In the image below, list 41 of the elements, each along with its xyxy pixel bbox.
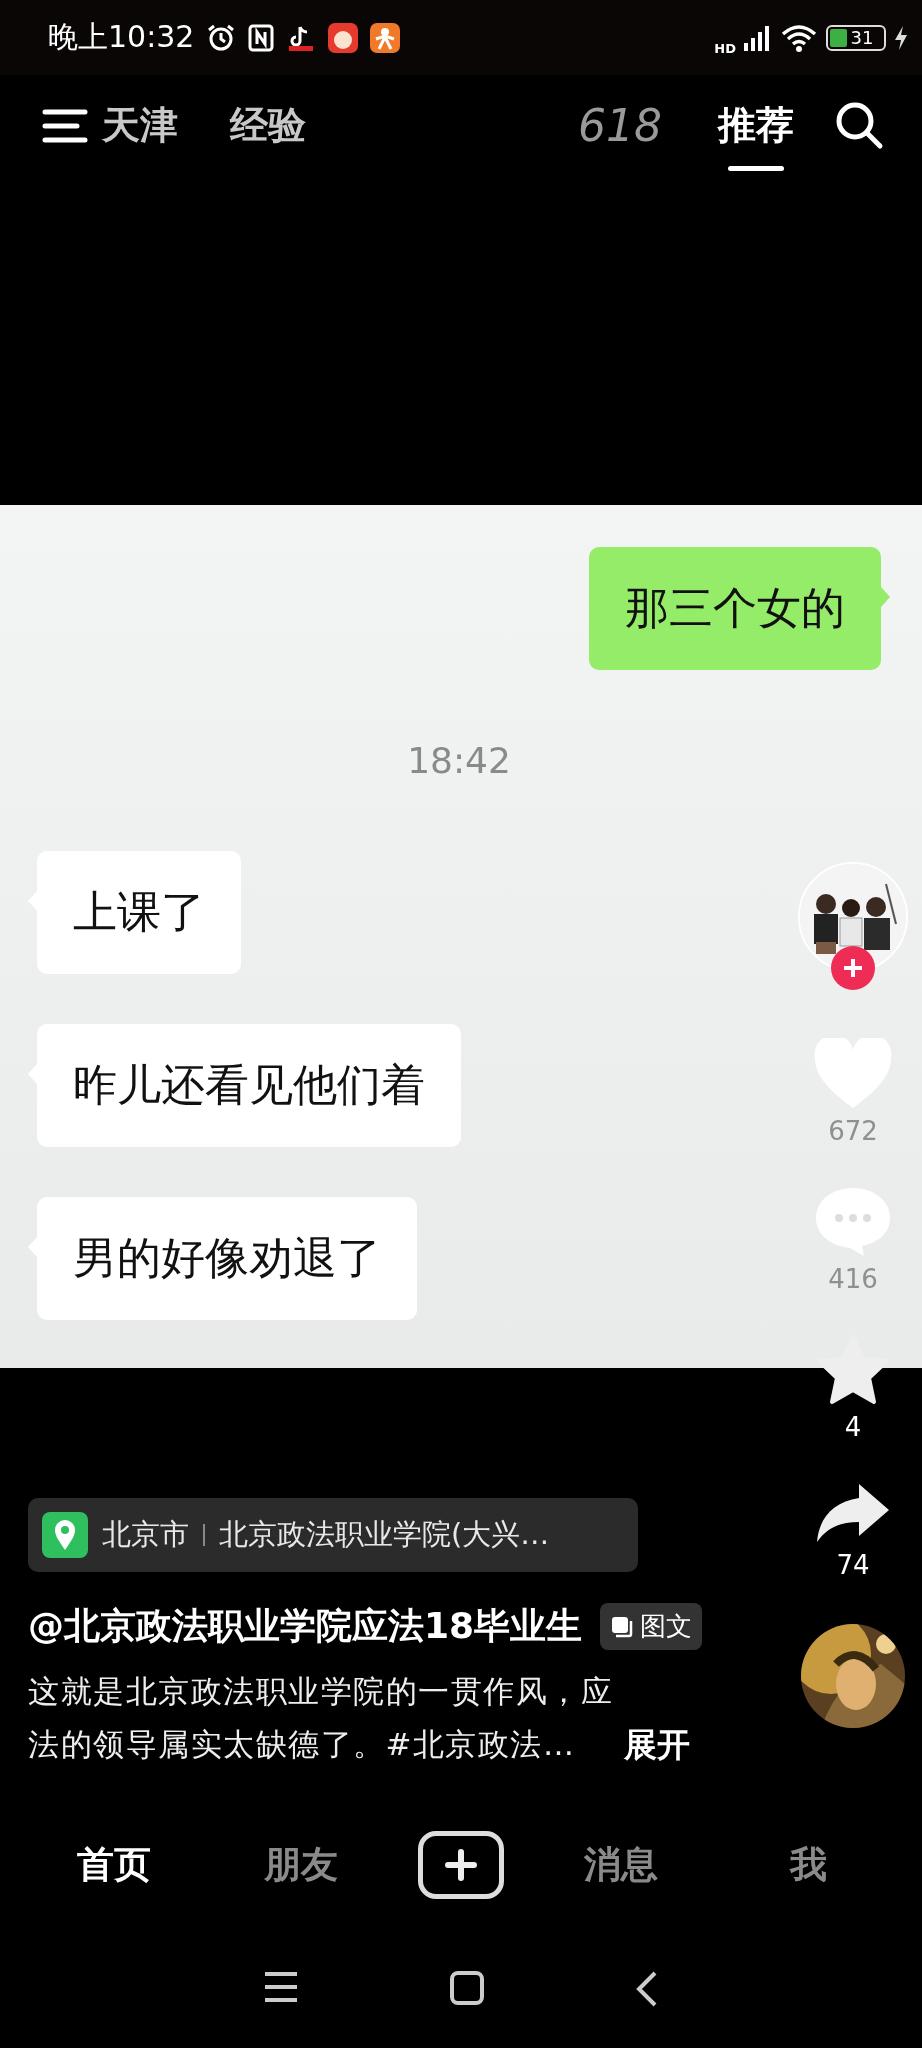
app-icon	[328, 22, 359, 53]
nav-tab[interactable]: 我	[738, 1839, 879, 1891]
like-count: 672	[828, 1116, 878, 1146]
home-icon[interactable]	[449, 1970, 485, 2006]
charging-icon	[894, 25, 908, 50]
menu-icon[interactable]	[42, 108, 88, 144]
plus-icon	[842, 957, 864, 979]
timestamp: 18:42	[407, 740, 511, 781]
signal-icon	[744, 24, 772, 51]
top-tab[interactable]: 经验	[230, 91, 306, 159]
search-icon[interactable]	[834, 100, 884, 150]
location-chip[interactable]: 北京市 北京政法职业学院(大兴…	[28, 1498, 638, 1572]
location-icon	[42, 1512, 88, 1558]
expand-link[interactable]: 展开	[624, 1718, 690, 1771]
plus-icon	[443, 1848, 478, 1882]
app-icon	[370, 22, 401, 53]
post-type-label: 图文	[640, 1610, 693, 1643]
top-tab[interactable]: 推荐	[718, 91, 794, 171]
top-tab[interactable]: 天津	[102, 91, 178, 159]
alarm-icon	[206, 22, 237, 53]
nfc-icon	[248, 23, 275, 52]
favorite-count: 4	[844, 1412, 862, 1442]
comment-count: 416	[828, 1264, 878, 1294]
nav-tab[interactable]: 朋友	[230, 1839, 371, 1891]
image-text-icon	[610, 1614, 635, 1639]
battery-indicator: 31	[826, 24, 886, 51]
nav-tab[interactable]: 首页	[43, 1839, 184, 1891]
nav-tab[interactable]: 消息	[551, 1839, 692, 1891]
top-tab[interactable]: 618	[578, 91, 662, 159]
location-place: 北京政法职业学院(大兴…	[219, 1516, 550, 1553]
author-name[interactable]: @北京政法职业学院应法18毕业生	[28, 1602, 583, 1651]
network-label: HD	[714, 41, 736, 56]
menu-icon[interactable]	[263, 1970, 299, 2004]
share-icon[interactable]	[815, 1482, 891, 1544]
share-count: 74	[836, 1550, 870, 1580]
wifi-icon	[780, 23, 818, 52]
location-city: 北京市	[102, 1516, 189, 1553]
back-icon[interactable]	[635, 1970, 659, 2008]
post-description: 这就是北京政法职业学院的一贯作风，应法的领导属实太缺德了。#北京政法…	[28, 1672, 614, 1764]
create-button[interactable]	[417, 1831, 504, 1899]
status-time: 晚上10:32	[48, 18, 195, 56]
